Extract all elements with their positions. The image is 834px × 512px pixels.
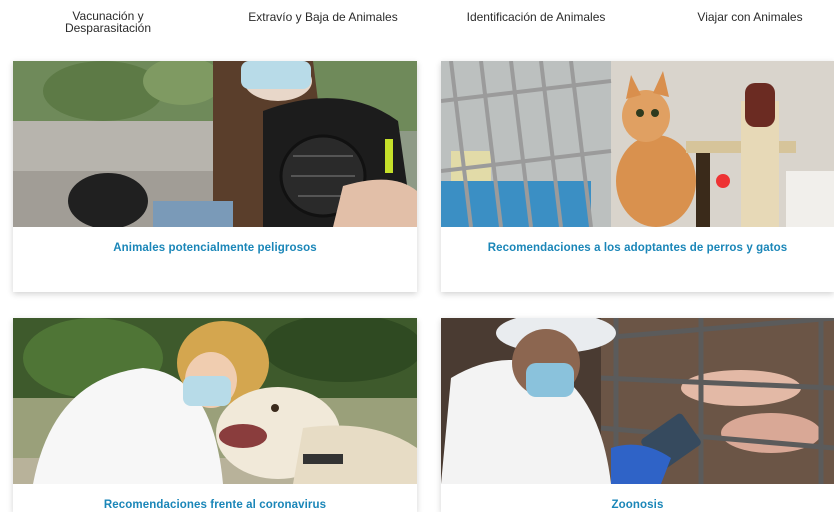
card-adoptantes[interactable]: Recomendaciones a los adoptantes de perr… [441, 61, 834, 292]
masked-woman-hugging-dog-photo [13, 318, 417, 484]
nav-link-viajar[interactable]: Viajar con Animales [682, 11, 818, 23]
card-title: Recomendaciones frente al coronavirus [103, 499, 327, 511]
cat-in-shelter-cage-photo [441, 61, 834, 227]
nav-link-vacunacion[interactable]: Vacunación y Desparasitación [48, 10, 168, 34]
nav-link-identificacion[interactable]: Identificación de Animales [448, 11, 624, 23]
card-title: Animales potencialmente peligrosos [113, 242, 317, 254]
card-zoonosis[interactable]: Zoonosis [441, 318, 834, 512]
card-animales-peligrosos[interactable]: Animales potencialmente peligrosos [13, 61, 417, 292]
nav-link-extravio[interactable]: Extravío y Baja de Animales [232, 11, 414, 23]
card-title: Zoonosis [611, 499, 664, 511]
main-nav: Vacunación y Desparasitación Extravío y … [0, 0, 834, 44]
card-title: Recomendaciones a los adoptantes de perr… [487, 242, 788, 254]
woman-with-muzzled-dog-photo [13, 61, 417, 227]
masked-vet-with-pigs-photo [441, 318, 834, 484]
card-coronavirus[interactable]: Recomendaciones frente al coronavirus [13, 318, 417, 512]
